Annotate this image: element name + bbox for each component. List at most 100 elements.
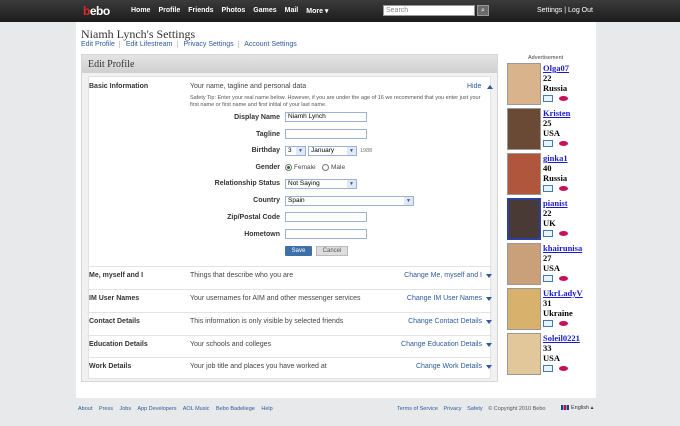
account-settings-link[interactable]: Account Settings — [244, 41, 301, 48]
ad-profile[interactable]: khairunisa 27 USA — [507, 243, 593, 289]
footer-badeliege[interactable]: Bebo Badeliege — [216, 406, 255, 412]
gender-female-label: Female — [294, 164, 316, 171]
kiss-icon[interactable] — [559, 96, 568, 101]
nav-home[interactable]: Home — [131, 7, 150, 15]
zip-input[interactable] — [285, 212, 367, 222]
gender-male-radio[interactable] — [322, 164, 329, 171]
hometown-input[interactable] — [285, 229, 367, 239]
chevron-down-icon[interactable] — [486, 343, 492, 347]
bebo-logo[interactable]: bebo — [83, 4, 110, 18]
message-icon[interactable] — [543, 320, 553, 327]
nav-games[interactable]: Games — [253, 7, 276, 15]
settings-link[interactable]: Settings — [537, 7, 562, 14]
ad-profile[interactable]: Soleil0221 33 USA — [507, 333, 593, 379]
ad-name[interactable]: ginka1 — [543, 153, 568, 163]
language-selector[interactable]: English ▴ — [561, 405, 593, 411]
message-icon[interactable] — [543, 95, 553, 102]
change-me-link[interactable]: Change Me, myself and I — [404, 272, 482, 279]
kiss-icon[interactable] — [559, 366, 568, 371]
relationship-value: Not Saying — [288, 180, 320, 187]
tagline-label: Tagline — [256, 131, 280, 138]
avatar[interactable] — [507, 333, 541, 375]
display-name-input[interactable]: Niamh Lynch — [285, 112, 367, 122]
change-education-link[interactable]: Change Education Details — [401, 341, 482, 348]
search-input[interactable]: Search — [383, 5, 475, 16]
gender-female-radio[interactable] — [285, 164, 292, 171]
kiss-icon[interactable] — [559, 186, 568, 191]
ad-name[interactable]: Soleil0221 — [543, 333, 580, 343]
birthday-month-select[interactable]: January ▼ — [308, 146, 357, 156]
ad-name[interactable]: Olga07 — [543, 63, 569, 73]
chevron-down-icon: ▼ — [404, 197, 413, 205]
hometown-label: Hometown — [244, 231, 280, 238]
kiss-icon[interactable] — [559, 141, 568, 146]
gender-male-label: Male — [331, 164, 346, 171]
message-icon[interactable] — [543, 230, 553, 237]
avatar[interactable] — [507, 243, 541, 285]
footer-press[interactable]: Press — [99, 406, 113, 412]
ad-profile[interactable]: pianist 22 UK — [507, 198, 593, 244]
ad-name[interactable]: pianist — [543, 198, 568, 208]
ad-name[interactable]: khairunisa — [543, 243, 582, 253]
footer-app-developers[interactable]: App Developers — [137, 406, 176, 412]
footer-terms[interactable]: Terms of Service — [397, 406, 438, 412]
kiss-icon[interactable] — [559, 321, 568, 326]
change-work-link[interactable]: Change Work Details — [416, 363, 482, 370]
ad-country: Russia — [543, 83, 568, 93]
hide-link[interactable]: Hide — [467, 83, 481, 90]
chevron-down-icon[interactable] — [486, 320, 492, 324]
section-label-im: IM User Names — [89, 295, 140, 302]
chevron-down-icon[interactable] — [486, 365, 492, 369]
basic-info-desc: Your name, tagline and personal data — [190, 83, 307, 90]
message-icon[interactable] — [543, 365, 553, 372]
nav-photos[interactable]: Photos — [222, 7, 246, 15]
footer-about[interactable]: About — [78, 406, 92, 412]
avatar[interactable] — [507, 198, 541, 240]
ad-name[interactable]: UkrLadyV — [543, 288, 583, 298]
kiss-icon[interactable] — [559, 231, 568, 236]
footer-aol-music[interactable]: AOL Music — [183, 406, 210, 412]
message-icon[interactable] — [543, 275, 553, 282]
avatar[interactable] — [507, 63, 541, 105]
change-im-link[interactable]: Change IM User Names — [407, 295, 482, 302]
search-button[interactable]: ⌕ — [477, 5, 489, 16]
ad-profile[interactable]: Olga07 22 Russia — [507, 63, 593, 109]
message-icon[interactable] — [543, 185, 553, 192]
chevron-up-icon[interactable] — [487, 85, 493, 89]
ad-age: 31 — [543, 298, 552, 308]
chevron-down-icon[interactable] — [486, 297, 492, 301]
nav-more[interactable]: More ▾ — [306, 7, 328, 15]
country-select[interactable]: Spain ▼ — [285, 196, 414, 206]
nav-profile[interactable]: Profile — [158, 7, 180, 15]
change-contact-link[interactable]: Change Contact Details — [408, 318, 482, 325]
section-desc-education: Your schools and colleges — [190, 341, 272, 348]
footer-help[interactable]: Help — [261, 406, 272, 412]
ad-country: Russia — [543, 173, 568, 183]
save-button[interactable]: Save — [285, 246, 312, 256]
avatar[interactable] — [507, 153, 541, 195]
footer-privacy[interactable]: Privacy — [444, 406, 462, 412]
ad-profile[interactable]: ginka1 40 Russia — [507, 153, 593, 199]
relationship-select[interactable]: Not Saying ▼ — [285, 179, 357, 189]
footer-safety[interactable]: Safety — [467, 406, 483, 412]
tagline-input[interactable] — [285, 129, 367, 139]
edit-profile-link[interactable]: Edit Profile — [81, 41, 120, 48]
edit-lifestream-link[interactable]: Edit Lifestream — [125, 41, 178, 48]
birthday-day-select[interactable]: 3 ▼ — [285, 146, 306, 156]
ad-profile[interactable]: Kristen 25 USA — [507, 108, 593, 154]
birthday-day-value: 3 — [288, 147, 292, 154]
footer-links: About Press Jobs App Developers AOL Musi… — [78, 406, 278, 412]
ad-name[interactable]: Kristen — [543, 108, 570, 118]
avatar[interactable] — [507, 288, 541, 330]
cancel-button[interactable]: Cancel — [316, 246, 348, 256]
kiss-icon[interactable] — [559, 276, 568, 281]
chevron-down-icon[interactable] — [486, 274, 492, 278]
nav-friends[interactable]: Friends — [188, 7, 213, 15]
nav-mail[interactable]: Mail — [285, 7, 299, 15]
message-icon[interactable] — [543, 140, 553, 147]
ad-profile[interactable]: UkrLadyV 31 Ukraine — [507, 288, 593, 334]
privacy-settings-link[interactable]: Privacy Settings — [183, 41, 239, 48]
logout-link[interactable]: Log Out — [568, 7, 593, 14]
footer-jobs[interactable]: Jobs — [120, 406, 132, 412]
avatar[interactable] — [507, 108, 541, 150]
